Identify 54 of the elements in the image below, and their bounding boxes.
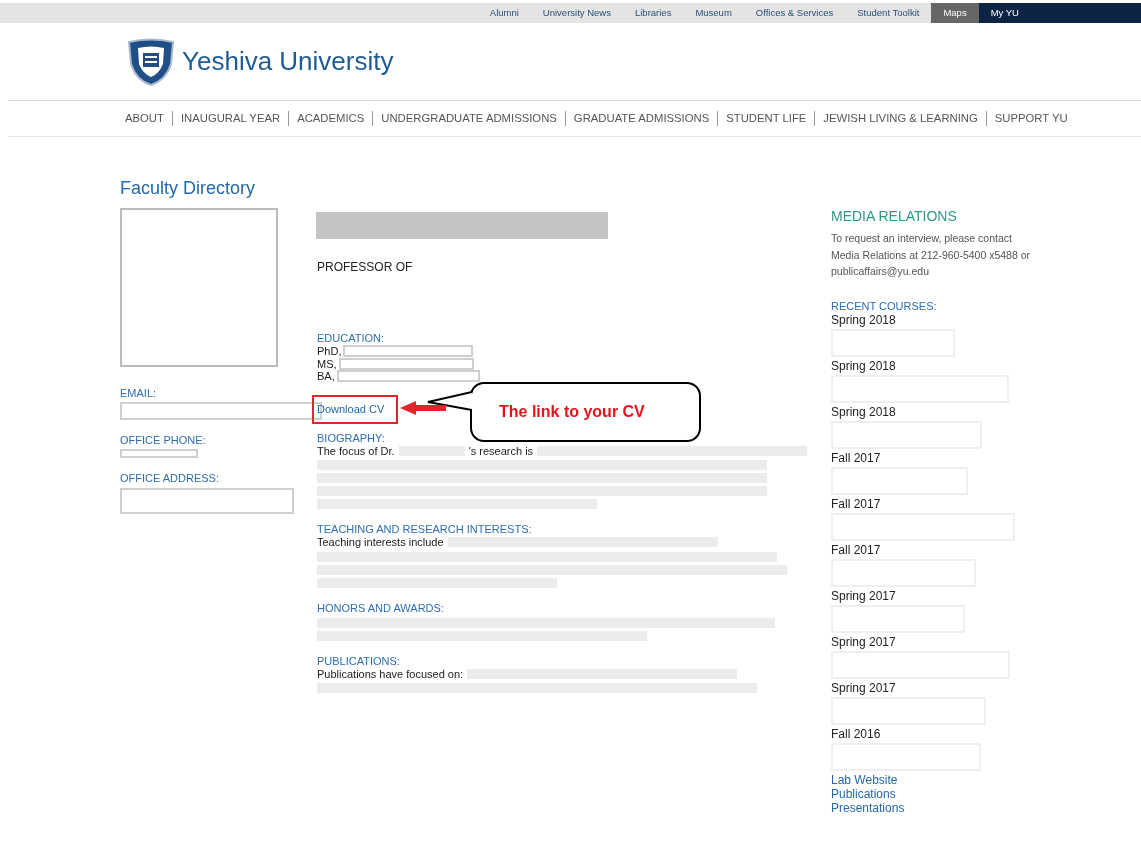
nav-link[interactable]: ABOUT [125, 111, 172, 126]
nav-link[interactable]: JEWISH LIVING & LEARNING [814, 111, 986, 126]
logo-text[interactable]: Yeshiva University [182, 46, 394, 77]
body-text: Teaching interests include [317, 536, 444, 549]
course-term: Fall 2017 [831, 496, 882, 511]
top-link[interactable]: Alumni [477, 3, 531, 23]
top-link[interactable]: Maps [931, 3, 979, 23]
body-text: The focus of Dr. [317, 444, 395, 457]
body-text: 's research is [468, 444, 534, 457]
top-link[interactable]: Student Toolkit [845, 3, 932, 23]
media-heading: MEDIA RELATIONS [831, 208, 958, 224]
top-link[interactable]: Museum [683, 3, 744, 23]
page-title: Faculty Directory [120, 177, 257, 199]
field-label: OFFICE ADDRESS: [120, 472, 221, 485]
profile-link[interactable]: Publications [831, 786, 1141, 801]
degree-label: PhD, [317, 345, 342, 358]
section-heading: RECENT COURSES: [831, 299, 938, 313]
course-term: Fall 2017 [831, 542, 882, 557]
nav-link[interactable]: SUPPORT YU [985, 111, 1076, 126]
profile-link[interactable]: Lab Website [831, 772, 1141, 787]
course-term: Spring 2018 [831, 404, 897, 419]
nav-link[interactable]: ACADEMICS [288, 111, 373, 126]
section-heading: BIOGRAPHY: [317, 431, 386, 445]
degree-label: MS, [317, 357, 337, 370]
callout-text: The link to your CV [499, 403, 645, 421]
section-heading: TEACHING AND RESEARCH INTERESTS: [317, 523, 533, 536]
media-text: To request an interview, please contact Media Relations at 212-960-5400 x5488 or publicaffairs@yu.edu [831, 231, 1032, 279]
nav-link[interactable]: UNDERGRADUATE ADMISSIONS [372, 111, 565, 126]
section-heading: EDUCATION: [317, 332, 386, 345]
professor-title: PROFESSOR OF [317, 260, 414, 274]
course-term: Spring 2018 [831, 358, 897, 373]
course-term: Fall 2017 [831, 450, 882, 465]
field-label: OFFICE PHONE: [120, 434, 207, 447]
course-term: Fall 2016 [831, 726, 882, 741]
profile-link[interactable]: Presentations [831, 800, 1141, 815]
section-heading: HONORS AND AWARDS: [317, 601, 445, 615]
top-link[interactable]: My YU [978, 3, 1141, 23]
pointer-arrow [400, 401, 446, 415]
course-term: Spring 2017 [831, 680, 897, 695]
section-heading: PUBLICATIONS: [317, 654, 401, 668]
course-term: Spring 2017 [831, 634, 897, 649]
top-link[interactable]: Offices & Services [743, 3, 846, 23]
shield-logo[interactable] [126, 37, 176, 86]
top-link[interactable]: Libraries [622, 3, 684, 23]
nav-link[interactable]: GRADUATE ADMISSIONS [564, 111, 718, 126]
nav-link[interactable]: STUDENT LIFE [717, 111, 815, 126]
nav-link[interactable]: INAUGURAL YEAR [171, 111, 289, 126]
top-link[interactable]: University News [530, 3, 623, 23]
degree-label: BA, [317, 370, 335, 383]
course-term: Spring 2018 [831, 312, 897, 327]
course-term: Spring 2017 [831, 588, 897, 603]
field-label: EMAIL: [120, 387, 158, 400]
download-cv-link[interactable]: Download CV [317, 403, 385, 415]
body-text: Publications have focused on: [317, 667, 464, 680]
